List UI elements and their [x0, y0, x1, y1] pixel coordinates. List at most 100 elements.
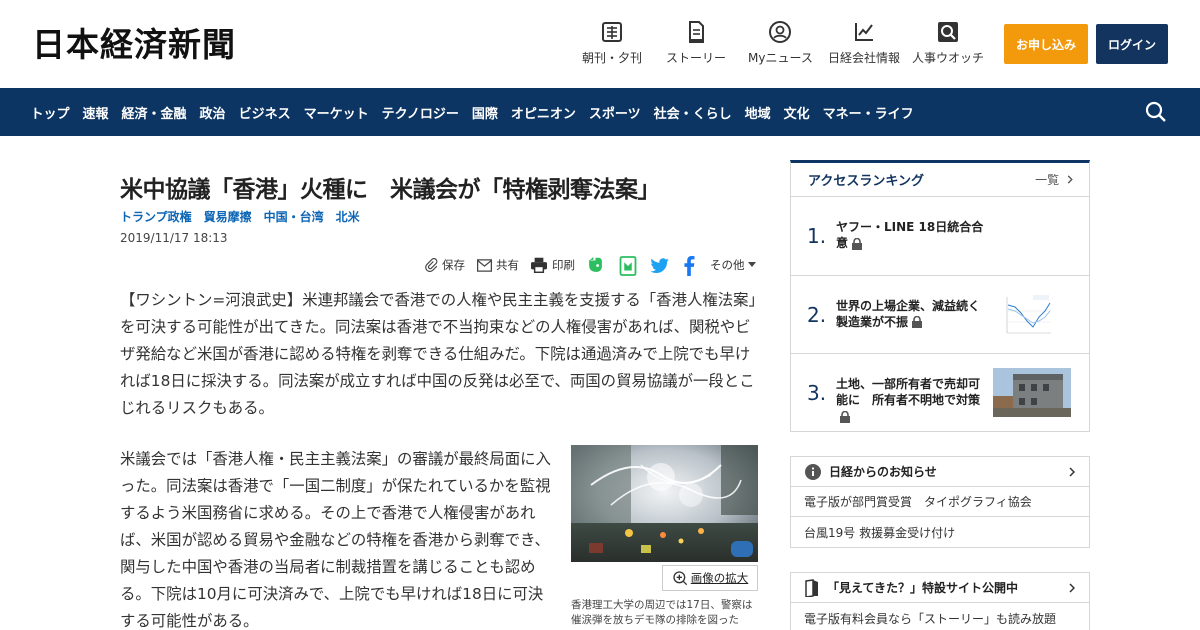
- people-search-icon: [938, 22, 958, 42]
- save-button[interactable]: 保存: [424, 255, 465, 275]
- more-label: その他: [710, 258, 745, 272]
- zoom-label: 画像の拡大: [690, 571, 749, 585]
- user-icon: [769, 21, 792, 43]
- tag-link[interactable]: トランプ政権: [120, 208, 192, 225]
- notices-title: 日経からのお知らせ: [829, 465, 937, 479]
- clip-icon: [425, 258, 438, 272]
- nav-item[interactable]: 政治: [193, 103, 232, 122]
- photo-caption: 香港理工大学の周辺では17日、警察は催涙弾を放ちデモ隊の排除を図った: [571, 599, 753, 626]
- nav-item[interactable]: 経済・金融: [115, 103, 193, 122]
- site-logo[interactable]: 日本経済新聞: [32, 25, 236, 65]
- nikkei-notices: 日経からのお知らせ 電子版が部門賞受賞 タイポグラフィ協会 台風19号 救援募金…: [790, 456, 1090, 548]
- nav-item[interactable]: オピニオン: [504, 103, 582, 122]
- ranking-item[interactable]: 1. ヤフー・LINE 18日統合合意: [791, 197, 1089, 276]
- nav-item[interactable]: マーケット: [297, 103, 375, 122]
- article-body: 米議会では「香港人権・民主主義法案」の審議が最終局面に入った。同法案は香港で「一…: [120, 450, 551, 630]
- nav-label: ストーリー: [666, 51, 727, 65]
- mail-icon: [477, 258, 492, 272]
- notice-item[interactable]: 電子版が部門賞受賞 タイポグラフィ協会: [791, 487, 1089, 517]
- search-icon[interactable]: [1144, 100, 1168, 124]
- nav-morning-evening[interactable]: 朝刊・夕刊: [582, 20, 642, 66]
- login-button[interactable]: ログイン: [1096, 24, 1168, 64]
- more-share-button[interactable]: その他: [710, 255, 760, 275]
- category-nav: トップ 速報 経済・金融 政治 ビジネス マーケット テクノロジー 国際 オピニオン スポーツ 社会…: [0, 88, 1200, 136]
- nav-label: Myニュース: [748, 51, 813, 65]
- article-lead: 【ワシントン=河浪武史】米連邦議会で香港での人権や民主主義を支援する「香港人権法…: [120, 291, 757, 417]
- nav-label: 日経会社情報: [828, 51, 901, 65]
- apply-button[interactable]: お申し込み: [1004, 24, 1088, 64]
- ranking-title: アクセスランキング: [808, 174, 924, 189]
- share-label: 共有: [496, 258, 519, 272]
- zoom-in-icon: [673, 571, 687, 586]
- nav-company-info[interactable]: 日経会社情報: [828, 20, 900, 66]
- save-label: 保存: [442, 258, 465, 272]
- tag-link[interactable]: 貿易摩擦: [204, 208, 252, 225]
- article-date: 2019/11/17 18:13: [120, 231, 228, 245]
- access-ranking: アクセスランキング 一覧 1. ヤフー・LINE 18日統合合意 2. 世界の上…: [790, 160, 1090, 432]
- nav-item[interactable]: ビジネス: [232, 103, 297, 122]
- ranking-number: 3.: [807, 381, 827, 405]
- special-site: 「見えてきた？」特設サイト公開中 電子版有料会員なら「ストーリー」も読み放題: [790, 572, 1090, 630]
- ranking-text: ヤフー・LINE 18日統合合意: [836, 219, 986, 251]
- caret-down-icon: [747, 262, 756, 267]
- special-header[interactable]: 「見えてきた？」特設サイト公開中: [791, 573, 1089, 603]
- nav-personnel-watch[interactable]: 人事ウオッチ: [912, 20, 984, 66]
- special-title: 「見えてきた？」特設サイト公開中: [827, 581, 1019, 595]
- nav-item[interactable]: 文化: [777, 103, 816, 122]
- chevron-right-icon: [1069, 467, 1075, 477]
- site-header: 日本経済新聞 朝刊・夕刊 ストーリー Myニュース 日経会社情報 人事ウオッチ …: [0, 0, 1200, 88]
- ranking-header: アクセスランキング 一覧: [791, 163, 1089, 197]
- article-photo[interactable]: [571, 445, 758, 562]
- notice-item[interactable]: 台風19号 救援募金受け付け: [791, 517, 1089, 547]
- chevron-right-icon: [1067, 175, 1073, 184]
- nav-item[interactable]: トップ: [24, 103, 76, 122]
- nav-story[interactable]: ストーリー: [666, 20, 726, 66]
- share-button[interactable]: 共有: [477, 255, 519, 275]
- story-icon: [689, 21, 704, 43]
- ranking-thumbnail: [1003, 290, 1053, 339]
- twitter-icon[interactable]: [650, 258, 670, 274]
- book-icon: [805, 578, 818, 597]
- printer-icon: [531, 257, 547, 273]
- category-nav-list: トップ 速報 経済・金融 政治 ビジネス マーケット テクノロジー 国際 オピニオン スポーツ 社会…: [24, 88, 920, 136]
- ranking-number: 1.: [807, 224, 827, 248]
- chevron-right-icon: [1069, 583, 1075, 593]
- bookmark-note-icon[interactable]: [619, 256, 637, 276]
- lock-icon: [840, 410, 850, 423]
- image-zoom-button[interactable]: 画像の拡大: [662, 565, 758, 591]
- ranking-text: 土地、一部所有者で売却可能に 所有者不明地で対策: [836, 376, 986, 424]
- facebook-icon[interactable]: [683, 256, 695, 276]
- newspaper-icon: [602, 22, 622, 42]
- ranking-more-link[interactable]: 一覧: [1035, 171, 1073, 188]
- tag-link[interactable]: 北米: [336, 208, 360, 225]
- lock-icon: [912, 316, 923, 328]
- nav-label: 朝刊・夕刊: [582, 51, 643, 65]
- ranking-item[interactable]: 3. 土地、一部所有者で売却可能に 所有者不明地で対策: [791, 354, 1089, 433]
- nav-item[interactable]: 速報: [76, 103, 115, 122]
- article-tags: トランプ政権 貿易摩擦 中国・台湾 北米: [120, 208, 372, 225]
- notices-header[interactable]: 日経からのお知らせ: [791, 457, 1089, 487]
- ranking-number: 2.: [807, 302, 827, 327]
- lock-icon: [852, 237, 863, 250]
- nav-item[interactable]: マネー・ライフ: [816, 103, 920, 122]
- chart-icon: [855, 23, 873, 41]
- ranking-item[interactable]: 2. 世界の上場企業、減益続く 製造業が不振: [791, 276, 1089, 354]
- print-button[interactable]: 印刷: [530, 255, 575, 275]
- nav-item[interactable]: 地域: [738, 103, 777, 122]
- print-label: 印刷: [552, 258, 575, 272]
- article-title: 米中協議「香港」火種に 米議会が「特権剥奪法案」: [120, 177, 661, 203]
- info-icon: [805, 463, 821, 480]
- special-item[interactable]: 電子版有料会員なら「ストーリー」も読み放題: [791, 603, 1089, 630]
- ranking-text-label: 土地、一部所有者で売却可能に 所有者不明地で対策: [836, 377, 981, 407]
- evernote-icon[interactable]: [587, 256, 604, 275]
- nav-item[interactable]: テクノロジー: [375, 103, 465, 122]
- ranking-text: 世界の上場企業、減益続く 製造業が不振: [836, 298, 992, 330]
- ranking-thumbnail: [993, 368, 1071, 417]
- ranking-more-label: 一覧: [1035, 173, 1060, 187]
- nav-my-news[interactable]: Myニュース: [748, 20, 813, 66]
- tag-link[interactable]: 中国・台湾: [264, 208, 324, 225]
- nav-item[interactable]: スポーツ: [582, 103, 647, 122]
- nav-item[interactable]: 社会・くらし: [647, 103, 738, 122]
- nav-label: 人事ウオッチ: [912, 51, 985, 65]
- nav-item[interactable]: 国際: [465, 103, 504, 122]
